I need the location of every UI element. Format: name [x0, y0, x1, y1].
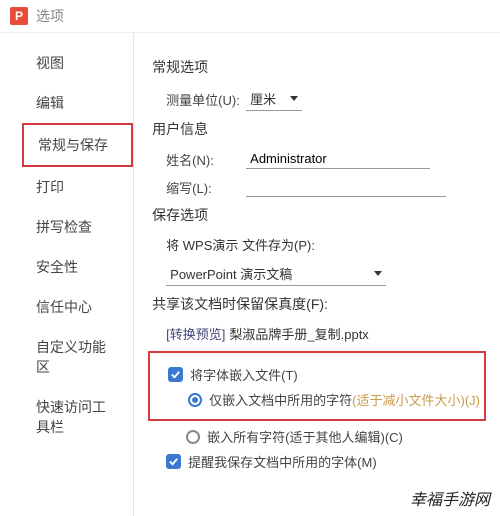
check-icon	[168, 456, 179, 467]
select-save-as[interactable]: PowerPoint 演示文稿	[166, 262, 386, 286]
check-icon	[170, 369, 181, 380]
label-measure-unit: 测量单位(U):	[166, 90, 246, 109]
main-area: 视图 编辑 常规与保存 打印 拼写检查 安全性 信任中心 自定义功能区 快速访问…	[0, 33, 500, 516]
radio-embed-all[interactable]	[186, 430, 200, 444]
label-embed-all: 嵌入所有字符(适于其他人编辑)(C)	[207, 427, 403, 446]
content-panel: 常规选项 测量单位(U): 厘米 用户信息 姓名(N): 缩写(L): 保存选项…	[134, 33, 500, 516]
row-save-as-select: PowerPoint 演示文稿	[166, 262, 486, 286]
section-general: 常规选项	[152, 57, 486, 77]
sidebar-item-print[interactable]: 打印	[22, 167, 133, 207]
titlebar: P 选项	[0, 0, 500, 33]
sidebar-item-general-save[interactable]: 常规与保存	[22, 123, 133, 167]
link-convert-preview[interactable]: [转换预览]	[166, 324, 225, 343]
sidebar-item-trust-center[interactable]: 信任中心	[22, 287, 133, 327]
sidebar-item-view[interactable]: 视图	[22, 43, 133, 83]
row-embed-used-only: 仅嵌入文档中所用的字符(适于减小文件大小)(J)	[188, 390, 480, 409]
highlight-embed-fonts: 将字体嵌入文件(T) 仅嵌入文档中所用的字符(适于减小文件大小)(J)	[148, 351, 486, 421]
sidebar-item-quick-access[interactable]: 快速访问工具栏	[22, 387, 133, 447]
row-warn-fonts: 提醒我保存文档中所用的字体(M)	[166, 452, 486, 471]
section-save: 保存选项	[152, 205, 486, 225]
sidebar: 视图 编辑 常规与保存 打印 拼写检查 安全性 信任中心 自定义功能区 快速访问…	[22, 33, 134, 516]
window-title: 选项	[36, 6, 64, 26]
sidebar-item-edit[interactable]: 编辑	[22, 83, 133, 123]
label-embed-fonts: 将字体嵌入文件(T)	[190, 365, 298, 384]
sidebar-item-customize-ribbon[interactable]: 自定义功能区	[22, 327, 133, 387]
row-embed-all: 嵌入所有字符(适于其他人编辑)(C)	[186, 427, 486, 446]
caret-down-icon	[290, 96, 298, 101]
caret-down-icon	[374, 271, 382, 276]
select-measure-unit-value: 厘米	[250, 89, 276, 108]
label-user-abbr: 缩写(L):	[166, 178, 246, 197]
label-fidelity: 共享该文档时保留保真度(F):	[152, 294, 486, 314]
select-measure-unit[interactable]: 厘米	[246, 87, 302, 111]
watermark: 幸福手游网	[406, 485, 494, 511]
checkbox-warn-fonts[interactable]	[166, 454, 181, 469]
preview-filename: 梨淑品牌手册_复制.pptx	[229, 324, 368, 343]
label-embed-used-only: 仅嵌入文档中所用的字符(适于减小文件大小)(J)	[209, 390, 480, 409]
label-warn-fonts: 提醒我保存文档中所用的字体(M)	[188, 452, 377, 471]
app-icon: P	[10, 7, 28, 25]
row-measure-unit: 测量单位(U): 厘米	[166, 87, 486, 111]
sidebar-item-security[interactable]: 安全性	[22, 247, 133, 287]
row-user-name: 姓名(N):	[166, 149, 486, 169]
sidebar-item-spellcheck[interactable]: 拼写检查	[22, 207, 133, 247]
row-save-as: 将 WPS演示 文件存为(P):	[166, 235, 486, 254]
label-save-as: 将 WPS演示 文件存为(P):	[166, 235, 315, 254]
input-user-name[interactable]	[246, 149, 430, 169]
radio-embed-used-only[interactable]	[188, 393, 202, 407]
label-user-name: 姓名(N):	[166, 150, 246, 169]
row-embed-fonts: 将字体嵌入文件(T)	[168, 365, 480, 384]
input-user-abbr[interactable]	[246, 177, 446, 197]
row-user-abbr: 缩写(L):	[166, 177, 486, 197]
checkbox-embed-fonts[interactable]	[168, 367, 183, 382]
row-preview: [转换预览] 梨淑品牌手册_复制.pptx	[166, 324, 486, 343]
section-user: 用户信息	[152, 119, 486, 139]
select-save-as-value: PowerPoint 演示文稿	[170, 264, 292, 283]
